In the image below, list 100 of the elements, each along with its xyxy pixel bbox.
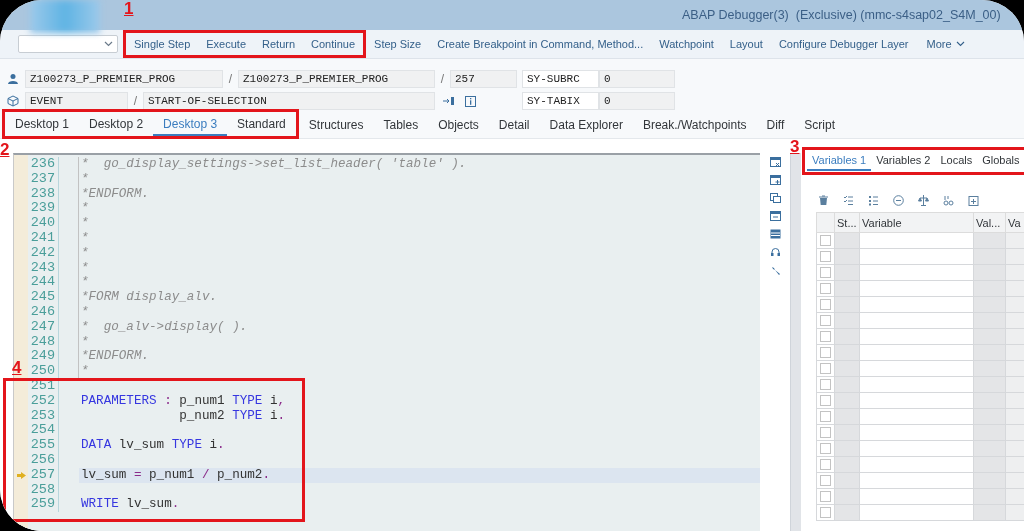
line-number: 244 xyxy=(28,275,59,291)
trash-icon[interactable] xyxy=(818,195,829,206)
checkbox[interactable] xyxy=(820,331,831,342)
tab[interactable]: Structures xyxy=(298,113,374,138)
checkbox[interactable] xyxy=(820,443,831,454)
line-number: 240 xyxy=(28,216,59,231)
headset-icon[interactable] xyxy=(769,247,781,257)
tab[interactable]: Break./Watchpoints xyxy=(632,113,757,138)
system-field-name: SY-SUBRC xyxy=(522,70,599,88)
tab[interactable]: Desktop 3 xyxy=(153,109,228,139)
line-number: 254 xyxy=(28,423,59,439)
info-icon[interactable] xyxy=(465,95,476,107)
tab[interactable]: Diff xyxy=(756,113,795,138)
list-icon[interactable] xyxy=(868,195,879,206)
tab[interactable]: Script xyxy=(794,113,845,138)
more-button[interactable]: More xyxy=(918,33,973,55)
checkbox[interactable] xyxy=(820,395,831,406)
balance-icon[interactable] xyxy=(918,195,929,206)
tab[interactable]: Variables 1 xyxy=(807,151,872,171)
line-number: 242 xyxy=(28,245,59,261)
line-number: 255 xyxy=(28,438,59,453)
program-field: Z100273_P_PREMIER_PROG xyxy=(25,70,223,88)
line-number: 257 xyxy=(28,467,59,483)
tab[interactable]: Tables xyxy=(373,113,429,138)
system-field-value: 0 xyxy=(599,70,675,88)
checkbox[interactable] xyxy=(820,379,831,390)
code-line: *FORM display_alv. xyxy=(80,290,219,305)
checkbox[interactable] xyxy=(820,491,831,502)
checkbox[interactable] xyxy=(820,315,831,326)
code-line: * xyxy=(80,364,90,379)
tab[interactable]: Locals xyxy=(935,151,978,171)
step-into-icon[interactable] xyxy=(443,95,455,106)
link-icon[interactable] xyxy=(943,195,954,206)
tab[interactable]: Objects xyxy=(428,113,489,138)
code-line: *ENDFORM. xyxy=(80,186,151,202)
line-number: 239 xyxy=(28,201,59,217)
checkbox[interactable] xyxy=(820,507,831,518)
splitter-bar[interactable] xyxy=(790,153,801,531)
column-header[interactable]: Variable xyxy=(859,212,974,233)
toolbar-button[interactable]: Create Breakpoint in Command, Method... xyxy=(429,33,652,55)
checkbox[interactable] xyxy=(820,283,831,294)
tab[interactable]: Variables 2 xyxy=(871,151,936,171)
checkbox[interactable] xyxy=(820,411,831,422)
current-line-arrow-icon xyxy=(16,471,26,479)
window-icon[interactable] xyxy=(769,211,781,221)
line-number: 253 xyxy=(28,408,59,424)
toolbar-button[interactable]: Single Step xyxy=(123,30,199,58)
user-icon xyxy=(7,73,19,85)
toolbar-button[interactable]: Configure Debugger Layer xyxy=(770,33,917,55)
code-line: * xyxy=(80,304,90,320)
checkbox[interactable] xyxy=(820,299,831,310)
toolbar-button[interactable]: Step Size xyxy=(366,33,430,55)
checkbox[interactable] xyxy=(820,459,831,470)
line-number: 248 xyxy=(28,334,59,350)
include-field: Z100273_P_PREMIER_PROG xyxy=(238,70,435,88)
line-number: 258 xyxy=(28,482,59,498)
checkbox[interactable] xyxy=(820,347,831,358)
code-line: * xyxy=(80,201,90,217)
code-line: * xyxy=(80,231,90,246)
tab[interactable]: Detail xyxy=(488,113,540,138)
annotation-number: 2 xyxy=(0,140,10,160)
panel-icon[interactable] xyxy=(769,229,781,239)
copy-window-icon[interactable] xyxy=(769,193,781,203)
window-close-icon[interactable] xyxy=(769,157,781,167)
checkbox[interactable] xyxy=(820,251,831,262)
line-number: 243 xyxy=(28,260,59,276)
toolbar-button[interactable]: Layout xyxy=(721,33,771,55)
code-line: * xyxy=(80,216,90,231)
line-number: 256 xyxy=(28,452,59,468)
line-number: 236 xyxy=(28,157,59,172)
dropdown-field[interactable] xyxy=(18,35,118,53)
code-line: WRITE lv_sum. xyxy=(80,497,181,513)
slash-separator: / xyxy=(132,94,139,108)
line-number: 247 xyxy=(28,319,59,335)
toolbar-button[interactable]: Watchpoint xyxy=(651,33,722,55)
window-title: ABAP Debugger(3) (Exclusive) (mmc-s4sap02_S4M_00) xyxy=(682,8,1001,22)
tab[interactable]: Globals xyxy=(977,151,1024,171)
column-header[interactable]: Val... xyxy=(973,212,1006,233)
checkbox[interactable] xyxy=(820,235,831,246)
toolbar-button[interactable]: Continue xyxy=(303,30,367,58)
checkbox[interactable] xyxy=(820,475,831,486)
chevron-down-icon xyxy=(104,41,113,47)
checklist-icon[interactable] xyxy=(843,195,854,206)
window-add-icon[interactable] xyxy=(769,175,781,185)
slash-separator: / xyxy=(227,72,234,86)
column-header[interactable]: St... xyxy=(834,212,860,233)
minus-circle-icon[interactable] xyxy=(893,195,904,206)
code-line: * xyxy=(80,275,90,291)
tab[interactable]: Data Explorer xyxy=(539,113,633,138)
toolbar-button[interactable]: Return xyxy=(254,30,304,58)
line-number: 238 xyxy=(28,186,59,202)
add-box-icon[interactable] xyxy=(968,195,979,206)
checkbox[interactable] xyxy=(820,427,831,438)
code-line: * go_alv->display( ). xyxy=(80,319,249,335)
checkbox[interactable] xyxy=(820,267,831,278)
line-number: 259 xyxy=(28,497,59,513)
code-line: *ENDFORM. xyxy=(80,349,151,365)
line-number: 245 xyxy=(28,290,59,305)
toolbar-button[interactable]: Execute xyxy=(198,30,254,58)
checkbox[interactable] xyxy=(820,363,831,374)
